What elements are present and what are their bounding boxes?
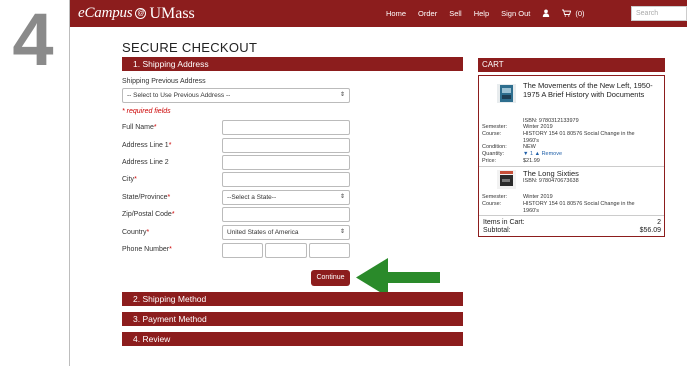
required-star: * bbox=[146, 229, 150, 236]
quantity-value: 1 bbox=[529, 151, 534, 157]
city-label: City* bbox=[122, 176, 137, 183]
select-caret-icon: ⇕ bbox=[339, 229, 345, 235]
course-label: Course: bbox=[482, 131, 502, 137]
condition-label: Condition: bbox=[482, 144, 507, 150]
country-label: Country* bbox=[122, 229, 149, 236]
full-name-label: Full Name* bbox=[122, 124, 157, 131]
full-name-field[interactable] bbox=[222, 120, 350, 135]
subtotal-value: $56.09 bbox=[639, 227, 661, 234]
zip-label-text: Zip/Postal Code bbox=[122, 211, 172, 218]
nav-order[interactable]: Order bbox=[418, 9, 437, 18]
address2-label: Address Line 2 bbox=[122, 159, 169, 166]
divider bbox=[479, 166, 664, 167]
zip-label: Zip/Postal Code* bbox=[122, 211, 175, 218]
items-in-cart-value: 2 bbox=[657, 219, 661, 226]
required-star: * bbox=[169, 246, 172, 253]
cart-panel: The Movements of the New Left, 1950-1975… bbox=[478, 75, 665, 237]
country-label-text: Country bbox=[122, 229, 147, 236]
decrease-arrow-icon[interactable]: ▼ bbox=[523, 151, 528, 157]
address1-label: Address Line 1* bbox=[122, 142, 171, 149]
course-label: Course: bbox=[482, 201, 502, 207]
left-divider bbox=[69, 0, 70, 366]
page-title: SECURE CHECKOUT bbox=[122, 40, 258, 55]
course-value: HISTORY 154 01 80576 Social Change in th… bbox=[523, 131, 635, 144]
prev-address-select[interactable]: -- Select to Use Previous Address -- ⇕ bbox=[122, 88, 350, 103]
section-review[interactable]: 4. Review bbox=[122, 332, 463, 346]
semester-label: Semester: bbox=[482, 194, 508, 200]
items-in-cart-label: Items in Cart: bbox=[483, 219, 525, 226]
section-shipping-address[interactable]: 1. Shipping Address bbox=[122, 57, 463, 71]
address1-label-text: Address Line 1 bbox=[122, 142, 169, 149]
semester-label: Semester: bbox=[482, 124, 508, 130]
section-payment-method[interactable]: 3. Payment Method bbox=[122, 312, 463, 326]
book-cover-image[interactable] bbox=[497, 84, 516, 103]
zip-field[interactable] bbox=[222, 207, 350, 222]
main-nav: Home Order Sell Help Sign Out (0) bbox=[386, 0, 597, 27]
city-label-text: City bbox=[122, 176, 135, 183]
cart-count[interactable]: (0) bbox=[575, 9, 584, 18]
search-input[interactable]: Search bbox=[631, 6, 687, 21]
required-star: * bbox=[134, 176, 137, 183]
required-fields-note: * required fields bbox=[122, 108, 171, 115]
phone-line-field[interactable] bbox=[309, 243, 350, 258]
semester-value: Winter 2019 bbox=[523, 124, 553, 130]
cart-item-title[interactable]: The Long Sixties bbox=[523, 169, 663, 178]
full-name-label-text: Full Name bbox=[122, 124, 154, 131]
subtotal-label: Subtotal: bbox=[483, 227, 511, 234]
quantity-stepper[interactable]: ▼ 1 ▲ Remove bbox=[523, 151, 562, 158]
logo-ecampus-text: eCampus bbox=[78, 5, 133, 21]
select-caret-icon: ⇕ bbox=[339, 194, 345, 200]
required-star: * bbox=[167, 194, 171, 201]
cart-item-title[interactable]: The Movements of the New Left, 1950-1975… bbox=[523, 81, 663, 99]
nav-help[interactable]: Help bbox=[474, 9, 489, 18]
address1-field[interactable] bbox=[222, 138, 350, 153]
cart-header: CART bbox=[478, 58, 665, 72]
site-logo[interactable]: eCampus @ UMass bbox=[78, 5, 195, 23]
increase-arrow-icon[interactable]: ▲ bbox=[535, 151, 540, 157]
state-label-text: State/Province bbox=[122, 194, 168, 201]
phone-label-text: Phone Number bbox=[122, 246, 170, 253]
city-field[interactable] bbox=[222, 172, 350, 187]
quantity-label: Quantity: bbox=[482, 151, 505, 157]
prev-address-label: Shipping Previous Address bbox=[122, 78, 206, 85]
prev-address-select-value: -- Select to Use Previous Address -- bbox=[127, 92, 231, 99]
continue-button[interactable]: Continue bbox=[311, 270, 350, 286]
cart-icon[interactable] bbox=[562, 9, 572, 19]
required-star: * bbox=[171, 211, 175, 218]
address2-field[interactable] bbox=[222, 155, 350, 170]
nav-home[interactable]: Home bbox=[386, 9, 406, 18]
state-label: State/Province* bbox=[122, 194, 170, 201]
semester-value: Winter 2019 bbox=[523, 194, 553, 200]
phone-label: Phone Number* bbox=[122, 246, 172, 253]
select-caret-icon: ⇕ bbox=[339, 92, 345, 98]
price-label: Price: bbox=[482, 158, 497, 164]
book-cover-image[interactable] bbox=[497, 170, 516, 189]
required-star: * bbox=[168, 142, 172, 149]
condition-value: NEW bbox=[523, 144, 536, 150]
required-star: * bbox=[153, 124, 157, 131]
nav-sign-out[interactable]: Sign Out bbox=[501, 9, 530, 18]
country-select-value: United States of America bbox=[227, 229, 299, 236]
logo-umass-text: UMass bbox=[149, 4, 195, 22]
phone-prefix-field[interactable] bbox=[265, 243, 307, 258]
logo-at-symbol: @ bbox=[135, 8, 147, 19]
state-select[interactable]: --Select a State-- ⇕ bbox=[222, 190, 350, 205]
divider bbox=[479, 215, 664, 216]
course-value: HISTORY 154 01 80576 Social Change in th… bbox=[523, 201, 635, 214]
remove-link[interactable]: Remove bbox=[542, 151, 562, 157]
section-shipping-method[interactable]: 2. Shipping Method bbox=[122, 292, 463, 306]
phone-area-field[interactable] bbox=[222, 243, 263, 258]
nav-sell[interactable]: Sell bbox=[449, 9, 462, 18]
cart-item-isbn: ISBN: 9780470673638 bbox=[523, 178, 579, 184]
state-select-value: --Select a State-- bbox=[227, 194, 277, 201]
price-value: $21.99 bbox=[523, 158, 540, 164]
step-number-badge: 4 bbox=[12, 0, 54, 81]
user-icon[interactable] bbox=[542, 9, 550, 19]
country-select[interactable]: United States of America ⇕ bbox=[222, 225, 350, 240]
